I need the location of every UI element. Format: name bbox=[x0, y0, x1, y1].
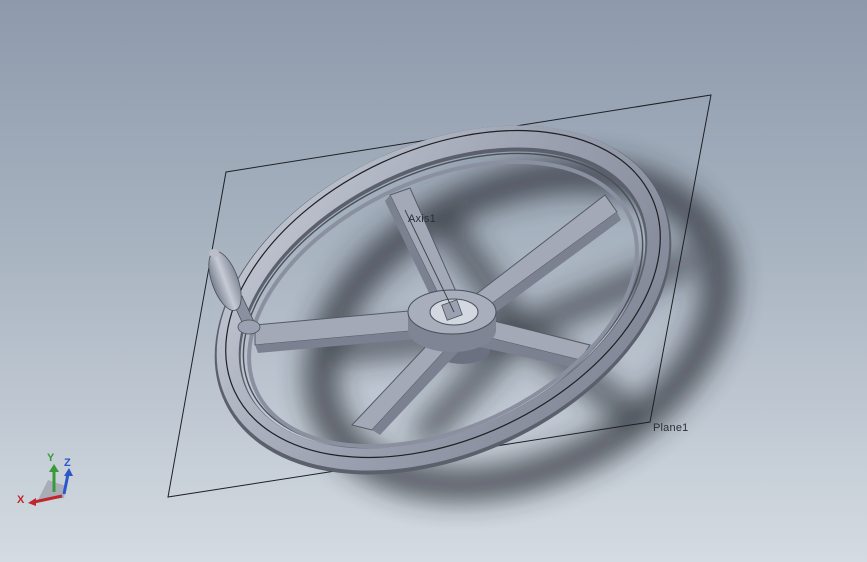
triad-z-head bbox=[64, 468, 73, 476]
handle-base bbox=[237, 319, 261, 335]
triad-z-label: Z bbox=[64, 457, 71, 469]
orientation-triad: X Y Z bbox=[14, 452, 84, 512]
triad-z-arrow bbox=[62, 473, 70, 495]
model-scene[interactable] bbox=[0, 0, 867, 562]
plane1-label[interactable]: Plane1 bbox=[653, 422, 688, 434]
handle-tip bbox=[209, 249, 219, 257]
axis1-label[interactable]: Axis1 bbox=[408, 213, 436, 225]
triad-x-head bbox=[28, 498, 36, 506]
graphics-viewport[interactable]: Axis1 Plane1 X Y Z bbox=[0, 0, 867, 562]
triad-y-head bbox=[49, 464, 59, 472]
triad-x-label: X bbox=[17, 494, 25, 506]
triad-y-label: Y bbox=[47, 452, 55, 464]
wheel-hub[interactable] bbox=[407, 289, 497, 352]
